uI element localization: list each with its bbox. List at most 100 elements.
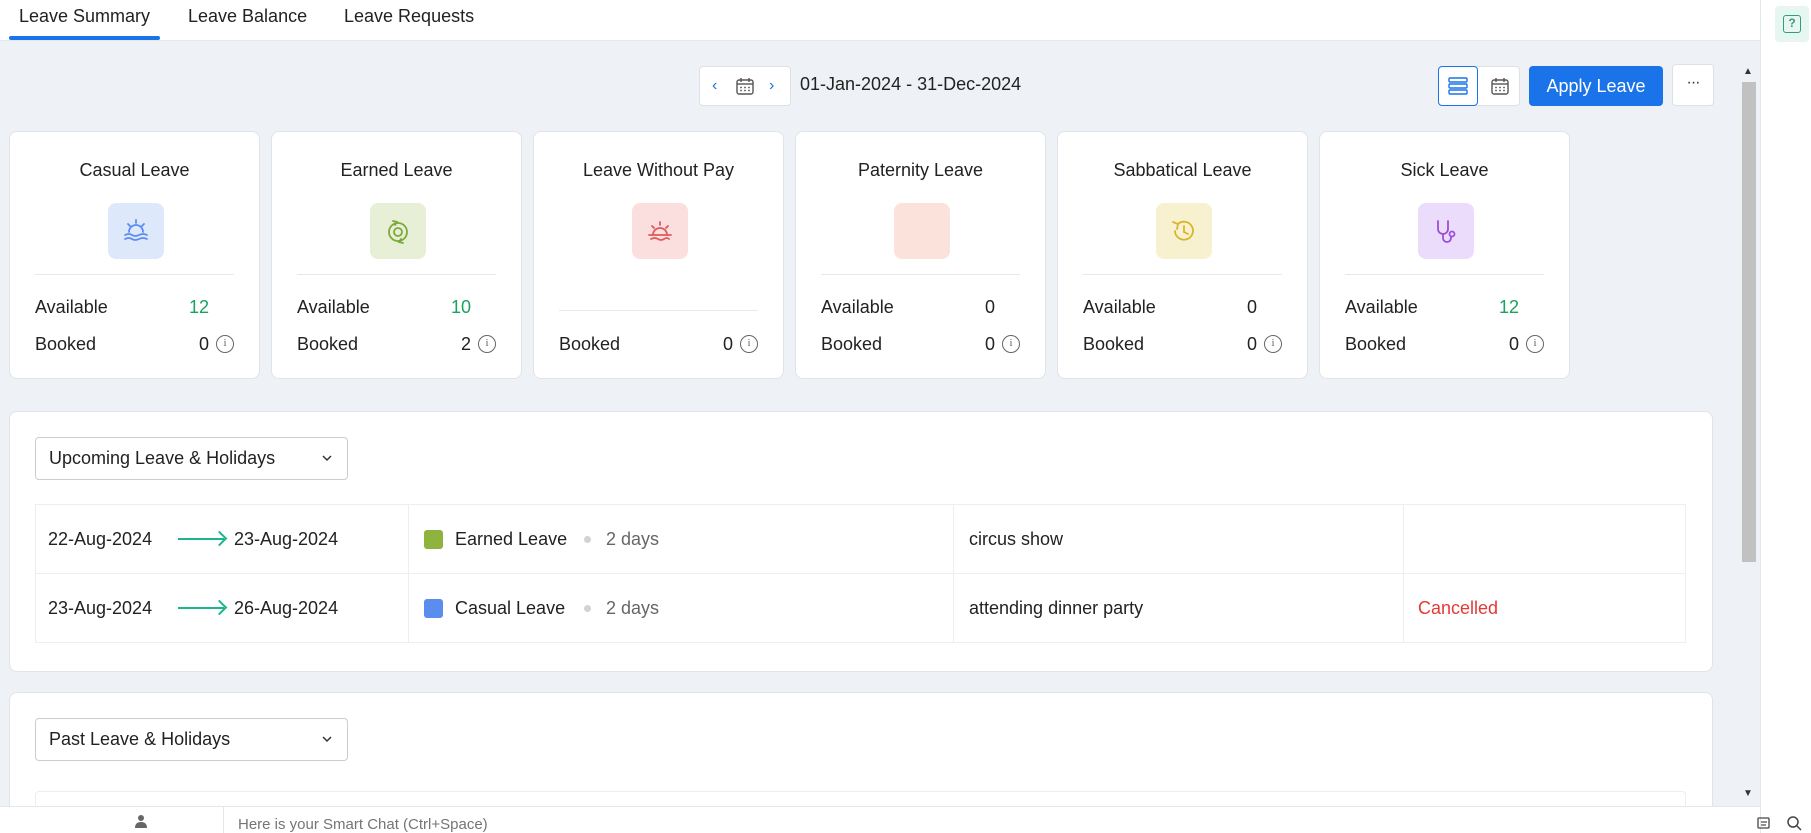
- table-row[interactable]: 23-Aug-2024 26-Aug-2024 Casual Leave 2 days…: [35, 574, 1686, 643]
- available-row: Available 12: [1345, 297, 1549, 318]
- available-value: 0: [1246, 297, 1257, 317]
- upcoming-leave-table: 22-Aug-2024 23-Aug-2024 Earned Leave 2 days…: [35, 504, 1686, 643]
- sunrise-waves-icon: [108, 203, 164, 259]
- date-navigator: ‹ ›: [699, 66, 791, 106]
- leave-type-swatch: [424, 599, 443, 618]
- booked-label: Booked: [559, 334, 621, 354]
- booked-value: 0: [1246, 334, 1257, 354]
- smart-chat-bar: [0, 806, 1802, 833]
- available-label: Available: [1083, 297, 1156, 317]
- blank-icon: [894, 203, 950, 259]
- available-row: Available 0: [1083, 297, 1287, 318]
- available-value: 10: [450, 297, 471, 317]
- leave-card-title: Casual Leave: [79, 160, 190, 180]
- chat-history-icon[interactable]: [1756, 815, 1772, 831]
- available-row: Available 10: [297, 297, 501, 318]
- info-icon[interactable]: i: [1264, 335, 1282, 353]
- view-toggle: [1438, 66, 1520, 106]
- booked-value: 0: [722, 334, 733, 354]
- list-view-icon: [1448, 77, 1468, 95]
- booked-value: 0: [984, 334, 995, 354]
- calendar-view-button[interactable]: [1480, 67, 1520, 105]
- info-icon[interactable]: i: [1002, 335, 1020, 353]
- tab-leave-summary[interactable]: Leave Summary: [8, 0, 161, 41]
- leave-card-title: Earned Leave: [340, 160, 453, 180]
- scroll-down-arrow-icon[interactable]: ▼: [1743, 788, 1753, 799]
- booked-row: Booked 2 i: [297, 334, 501, 355]
- divider: [35, 274, 234, 275]
- scrollbar-thumb[interactable]: [1742, 82, 1756, 562]
- refresh-target-icon: [370, 203, 426, 259]
- apply-leave-button[interactable]: Apply Leave: [1529, 66, 1663, 106]
- divider: [408, 505, 409, 573]
- booked-value: 0: [1508, 334, 1519, 354]
- info-icon[interactable]: i: [478, 335, 496, 353]
- sunset-icon: [632, 203, 688, 259]
- leave-status: Cancelled: [1418, 598, 1499, 618]
- booked-row: Booked 0 i: [1083, 334, 1287, 355]
- from-date: 23-Aug-2024: [48, 598, 153, 618]
- info-icon[interactable]: i: [216, 335, 234, 353]
- tab-bar: Leave Summary Leave Balance Leave Reques…: [0, 0, 1760, 41]
- leave-card-title: Leave Without Pay: [582, 160, 735, 180]
- upcoming-filter-label: Upcoming Leave & Holidays: [49, 448, 276, 468]
- leave-days: 2 days: [606, 529, 660, 549]
- help-icon: ?: [1783, 15, 1801, 33]
- leave-card[interactable]: Casual Leave Available 12 Booked 0 i: [9, 131, 260, 379]
- leave-card[interactable]: Paternity Leave Available 0 Booked 0 i: [795, 131, 1046, 379]
- more-options-button[interactable]: ···: [1672, 64, 1714, 106]
- arrow-right-icon: [178, 538, 224, 540]
- available-value: 12: [188, 297, 209, 317]
- divider: [1403, 574, 1404, 642]
- info-icon[interactable]: i: [1526, 335, 1544, 353]
- leave-days: 2 days: [606, 598, 660, 618]
- leave-card[interactable]: Sick Leave Available 12 Booked 0 i: [1319, 131, 1570, 379]
- divider: [1403, 505, 1404, 573]
- info-icon[interactable]: i: [740, 335, 758, 353]
- booked-value: 2: [460, 334, 471, 354]
- scrollbar[interactable]: ▲ ▼: [1738, 66, 1758, 802]
- leave-card[interactable]: Earned Leave Available 10 Booked 2 i: [271, 131, 522, 379]
- next-period-icon[interactable]: ›: [769, 77, 774, 95]
- divider: [821, 274, 1020, 275]
- dot-separator: [584, 536, 591, 543]
- booked-label: Booked: [1345, 334, 1407, 354]
- booked-label: Booked: [1083, 334, 1145, 354]
- right-rail: ?: [1760, 0, 1811, 833]
- calendar-icon[interactable]: [735, 76, 755, 101]
- help-button[interactable]: ?: [1775, 6, 1809, 42]
- divider: [297, 274, 496, 275]
- leave-card[interactable]: Sabbatical Leave Available 0 Booked 0 i: [1057, 131, 1308, 379]
- list-view-button[interactable]: [1438, 66, 1478, 106]
- calendar-view-icon: [1491, 78, 1509, 95]
- divider: [1083, 274, 1282, 275]
- past-filter-label: Past Leave & Holidays: [49, 729, 231, 749]
- available-value: 12: [1498, 297, 1519, 317]
- leave-type: Casual Leave: [455, 598, 566, 618]
- available-label: Available: [35, 297, 108, 317]
- upcoming-filter-dropdown[interactable]: Upcoming Leave & Holidays: [35, 437, 348, 480]
- available-label: Available: [1345, 297, 1418, 317]
- dot-separator: [584, 605, 591, 612]
- booked-row: Booked 0 i: [559, 334, 763, 355]
- user-icon[interactable]: [134, 814, 148, 828]
- divider: [408, 574, 409, 642]
- leave-card[interactable]: Leave Without Pay Booked 0 i: [533, 131, 784, 379]
- available-row: Available 0: [821, 297, 1025, 318]
- available-value: 0: [984, 297, 995, 317]
- table-row[interactable]: 22-Aug-2024 23-Aug-2024 Earned Leave 2 days…: [35, 505, 1686, 574]
- smart-chat-input[interactable]: [238, 816, 1038, 833]
- past-filter-dropdown[interactable]: Past Leave & Holidays: [35, 718, 348, 761]
- booked-row: Booked 0 i: [821, 334, 1025, 355]
- previous-period-icon[interactable]: ‹: [712, 77, 717, 95]
- tab-leave-requests[interactable]: Leave Requests: [344, 0, 474, 41]
- leave-card-title: Paternity Leave: [857, 160, 984, 180]
- tab-leave-balance[interactable]: Leave Balance: [188, 0, 307, 41]
- scroll-up-arrow-icon[interactable]: ▲: [1743, 66, 1753, 77]
- date-range-label: 01-Jan-2024 - 31-Dec-2024: [800, 74, 1022, 94]
- leave-reason: circus show: [969, 529, 1064, 549]
- arrow-right-icon: [178, 607, 224, 609]
- available-label: Available: [821, 297, 894, 317]
- to-date: 26-Aug-2024: [234, 598, 339, 618]
- search-icon[interactable]: [1786, 815, 1802, 831]
